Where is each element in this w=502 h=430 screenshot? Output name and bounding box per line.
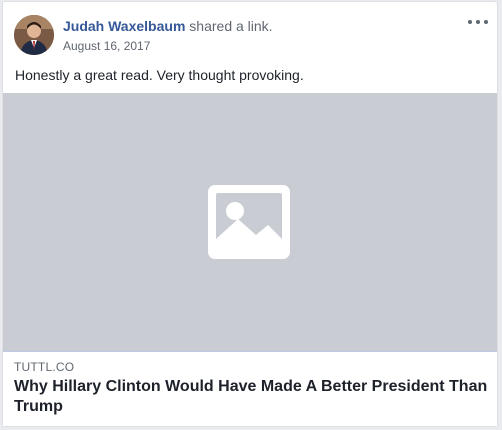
link-preview-details[interactable]: TUTTL.CO Why Hillary Clinton Would Have … xyxy=(3,351,497,426)
post-card: Judah Waxelbaum shared a link. August 16… xyxy=(2,1,498,427)
link-title[interactable]: Why Hillary Clinton Would Have Made A Be… xyxy=(14,377,492,417)
more-options-icon[interactable] xyxy=(468,15,488,29)
post-action-text: shared a link. xyxy=(189,18,273,34)
post-timestamp[interactable]: August 16, 2017 xyxy=(63,39,150,53)
link-domain: TUTTL.CO xyxy=(14,360,75,374)
link-preview-image[interactable] xyxy=(3,93,497,351)
post-message: Honestly a great read. Very thought prov… xyxy=(15,67,304,83)
author-name-link[interactable]: Judah Waxelbaum xyxy=(63,18,185,34)
post-header: Judah Waxelbaum shared a link. xyxy=(63,18,273,34)
author-avatar[interactable] xyxy=(14,15,54,55)
image-placeholder-icon xyxy=(208,185,290,259)
